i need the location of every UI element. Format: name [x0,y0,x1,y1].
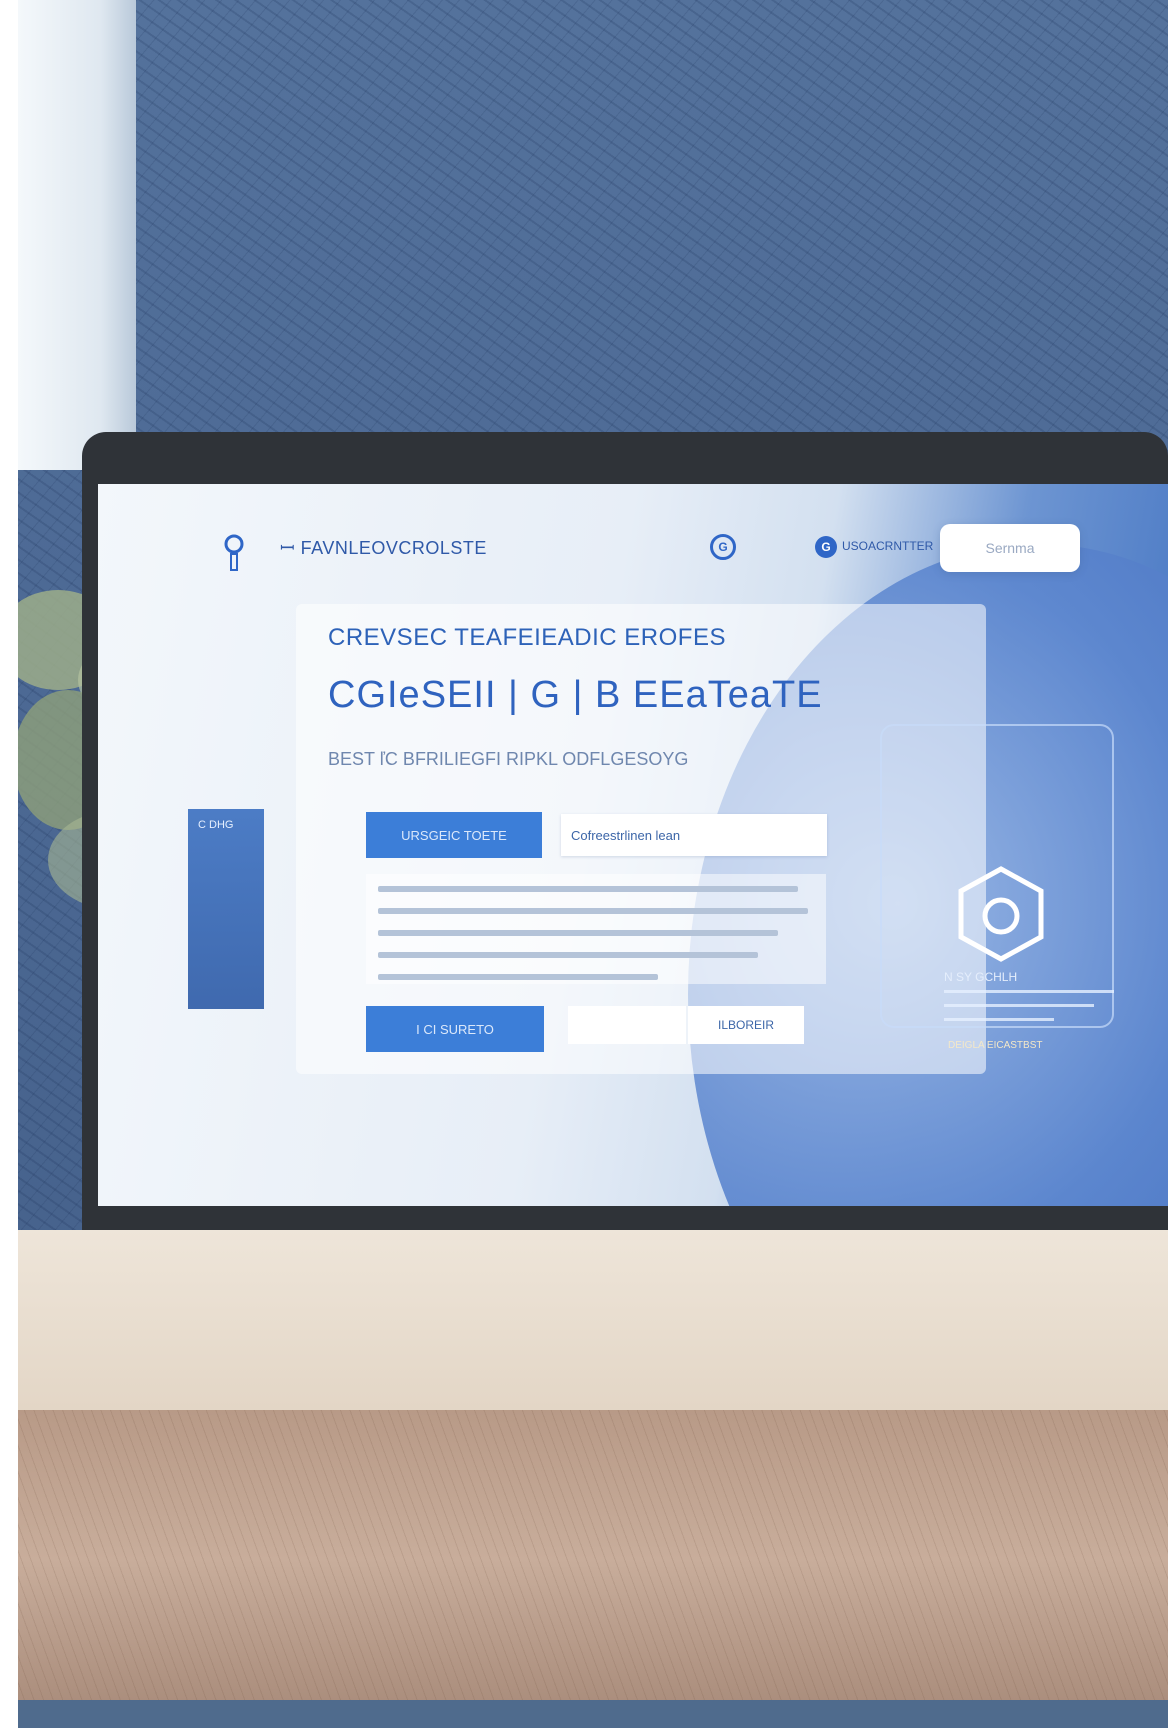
hero-headline: CGIeSEII | G | B EEaTeaTE [328,674,823,716]
secondary-primary-button[interactable]: I CI SURETO [366,1006,544,1052]
text-line [378,886,798,892]
hero-eyebrow: CREVSEC TEAFEIEADIC EROFES [328,624,726,651]
shelf-top [18,1230,1168,1410]
phone-cta[interactable]: DEIGLA EICASTBST [948,1040,1042,1051]
text-line [378,908,808,914]
secondary-button[interactable]: ILBOREIR [688,1006,804,1044]
account-icon[interactable]: G [815,536,837,558]
shelf-bottom [18,1700,1168,1728]
circle-g-icon[interactable]: G [710,534,736,560]
blank-button[interactable] [568,1006,686,1044]
phone-label: N SY GCHLH [944,970,1018,984]
phone-text-line [944,1018,1054,1021]
window-frame [0,0,18,1728]
side-panel [188,809,264,1009]
phone-text-line [944,990,1114,993]
laptop-screen: ꟷ FAVNLEOVCROLSTE G G USOACRNTTER Sernma… [98,484,1168,1206]
account-label[interactable]: USOACRNTTER [842,539,933,553]
phone-text-line [944,1004,1094,1007]
text-line [378,952,758,958]
window-light [18,0,136,470]
shelf-front [18,1410,1168,1710]
text-line [378,930,778,936]
side-panel-label: C DHG [198,819,234,831]
pin-logo-icon [224,534,244,571]
hero-subline: BEST ľC BFRILIEGFI RIPKL ODFLGESOYG [328,749,689,769]
brand-name[interactable]: ꟷ FAVNLEOVCROLSTE [280,536,487,560]
primary-button[interactable]: URSGEIC TOETE [366,812,542,858]
top-nav: ꟷ FAVNLEOVCROLSTE G G USOACRNTTER Sernma [98,484,1168,574]
text-input[interactable]: Cofreestrlinen lean [561,814,827,856]
text-line [378,974,658,980]
nav-cta-button[interactable]: Sernma [940,524,1080,572]
hexagon-logo-icon [958,866,1044,962]
